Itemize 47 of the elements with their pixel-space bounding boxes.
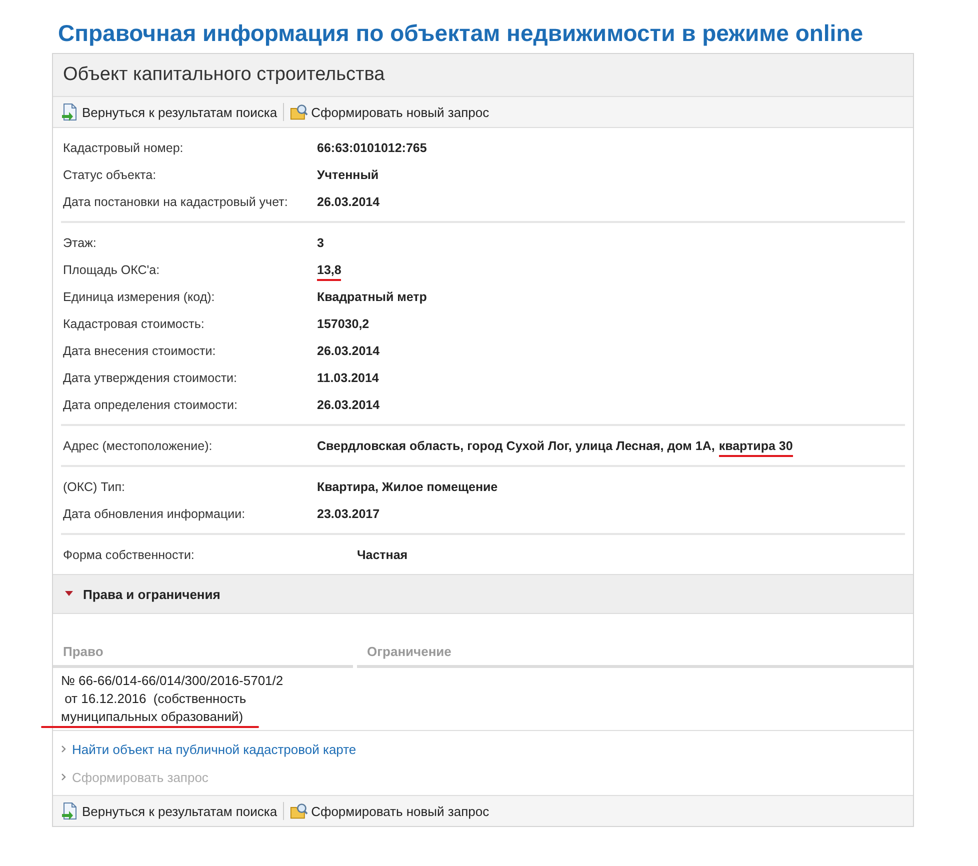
field-label: Дата внесения стоимости: xyxy=(62,344,217,358)
folder-magnifier-icon xyxy=(290,802,308,820)
field-value: 11.03.2014 xyxy=(317,370,379,384)
field-label: Дата утверждения стоимости: xyxy=(62,370,238,384)
field-label: Кадастровый номер: xyxy=(62,140,184,154)
document-arrow-icon xyxy=(61,103,79,121)
field-value: Учтенный xyxy=(317,168,379,182)
field-value: 13,8 xyxy=(317,262,342,280)
field-value: 3 xyxy=(317,236,324,250)
field-value: 157030,2 xyxy=(317,316,370,330)
toolbar-button[interactable]: Вернуться к результатам поиска xyxy=(61,802,278,820)
field-label: Дата обновления информации: xyxy=(62,506,246,520)
page-title: Справочная информация по объектам недвижимости в режиме online xyxy=(58,20,864,47)
field-value: 26.03.2014 xyxy=(317,194,380,208)
field-value: 26.03.2014 xyxy=(317,344,380,358)
field-label: Этаж: xyxy=(62,236,98,250)
field-value: 23.03.2017 xyxy=(317,506,380,520)
toolbar-button[interactable]: Вернуться к результатам поиска xyxy=(61,103,278,121)
field-value: Квадратный метр xyxy=(317,290,427,304)
field-value: квартира 30 xyxy=(718,438,793,456)
link[interactable]: Найти объект на публичной кадастровой карте xyxy=(72,742,356,756)
panel-title: Объект капитального строительства xyxy=(63,64,385,85)
toolbar-button[interactable]: Сформировать новый запрос xyxy=(290,103,490,121)
field-label: Площадь ОКС'а: xyxy=(62,262,161,276)
field-value: Частная xyxy=(357,548,408,562)
rights-section-header[interactable]: Права и ограничения xyxy=(53,575,913,614)
field-value: Квартира, Жилое помещение xyxy=(317,480,498,494)
field-value: 26.03.2014 xyxy=(317,398,380,412)
column-header: Право xyxy=(53,638,353,668)
chevron-icon xyxy=(61,773,66,781)
table-cell: № 66-66/014-66/014/300/2016-5701/2 от 16.12.2016 (собственность муниципальных образований) xyxy=(61,672,284,726)
field-label: Дата постановки на кадастровый учет: xyxy=(62,194,289,208)
field-label: (ОКС) Тип: xyxy=(62,480,126,494)
field-value: Свердловская область, город Сухой Лог, улица Лесная, дом 1А, xyxy=(317,438,715,452)
field-label: Форма собственности: xyxy=(62,548,196,562)
field-label: Адрес (местоположение): xyxy=(62,438,214,452)
chevron-icon xyxy=(61,745,66,753)
field-label: Единица измерения (код): xyxy=(62,290,216,304)
field-label: Дата определения стоимости: xyxy=(62,398,238,412)
column-header: Ограничение xyxy=(357,638,913,668)
field-label: Кадастровая стоимость: xyxy=(62,316,206,330)
toolbar-button[interactable]: Сформировать новый запрос xyxy=(290,802,490,820)
rights-title: Права и ограничения xyxy=(83,586,220,602)
folder-magnifier-icon xyxy=(290,103,308,121)
field-value: 66:63:0101012:765 xyxy=(317,140,427,154)
field-label: Статус объекта: xyxy=(62,168,158,182)
document-arrow-icon xyxy=(61,802,79,820)
